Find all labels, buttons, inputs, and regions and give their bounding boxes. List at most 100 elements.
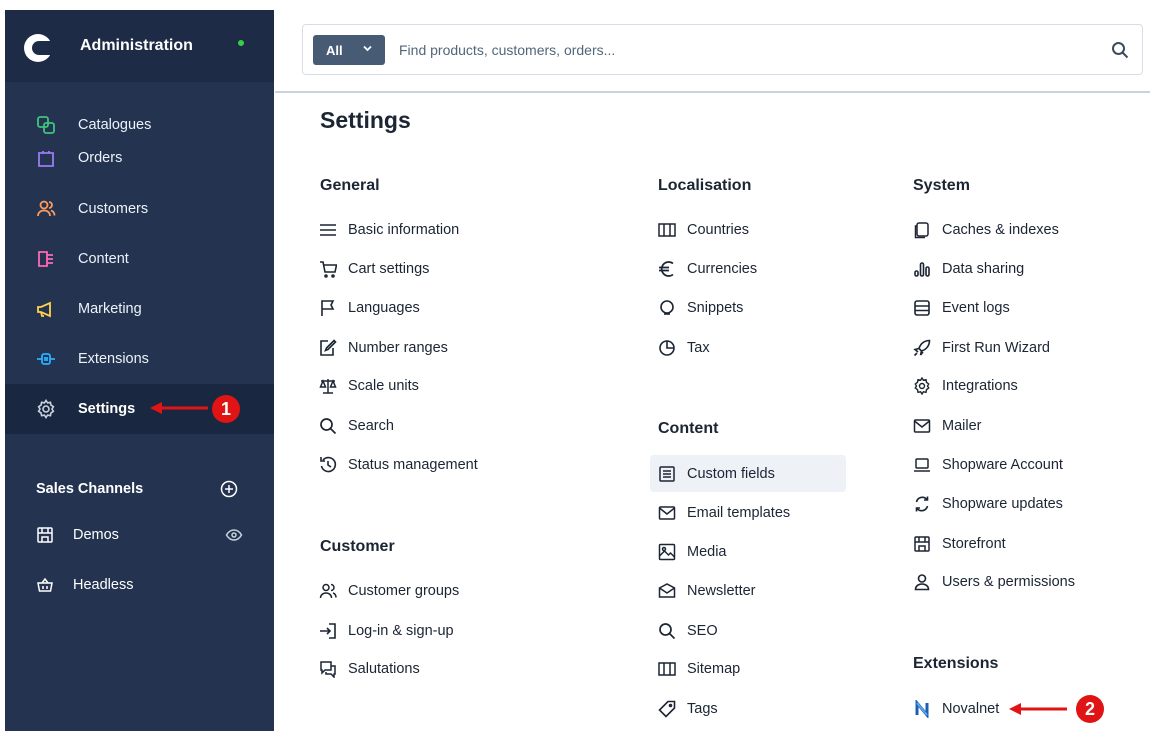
novalnet-logo-icon (915, 700, 929, 718)
history-icon (320, 456, 337, 473)
sidebar-item-label: Content (78, 251, 129, 267)
settings-item-label: Basic information (348, 222, 460, 238)
settings-item-cart-settings[interactable]: Cart settings (319, 252, 619, 286)
settings-item-sitemap[interactable]: Sitemap (658, 652, 878, 686)
annotation-arrow-2 (1009, 703, 1067, 715)
euro-icon (659, 261, 674, 277)
add-sales-channel-icon[interactable] (220, 480, 238, 498)
settings-item-label: Shopware updates (942, 496, 1063, 512)
settings-item-data-sharing[interactable]: Data sharing (913, 252, 1133, 286)
settings-item-countries[interactable]: Countries (658, 213, 878, 247)
settings-item-label: Novalnet (942, 701, 1000, 717)
sales-channel-headless[interactable]: Headless (5, 570, 274, 600)
settings-item-languages[interactable]: Languages (319, 291, 619, 325)
settings-item-event-logs[interactable]: Event logs (913, 291, 1133, 325)
rocket-icon (913, 339, 931, 357)
sidebar-item-label: Extensions (78, 351, 149, 367)
settings-item-custom-fields[interactable]: Custom fields (650, 455, 846, 492)
settings-item-status-management[interactable]: Status management (319, 448, 619, 482)
section-title-customer: Customer (320, 538, 395, 555)
sidebar-item-orders[interactable]: Orders (5, 138, 274, 178)
laptop-icon (914, 458, 930, 472)
search-icon[interactable] (1111, 41, 1129, 59)
section-title-content: Content (658, 420, 719, 437)
settings-item-tags[interactable]: Tags (658, 692, 878, 726)
refresh-icon (915, 496, 929, 512)
settings-item-tax[interactable]: Tax (658, 331, 878, 365)
settings-item-media[interactable]: Media (658, 535, 878, 569)
sidebar-item-customers[interactable]: Customers (5, 189, 274, 229)
chat-icon (320, 661, 336, 678)
settings-item-label: Number ranges (348, 340, 448, 356)
envelope-icon (658, 506, 676, 520)
settings-item-label: Currencies (687, 261, 758, 277)
sales-channel-demos[interactable]: Demos (5, 520, 274, 550)
settings-item-shopware-account[interactable]: Shopware Account (913, 448, 1133, 482)
sidebar: Administration Catalogues Orders Custome… (5, 10, 274, 731)
search-input[interactable] (399, 38, 1079, 62)
settings-item-label: Caches & indexes (942, 222, 1059, 238)
sales-channels-title: Sales Channels (36, 481, 144, 497)
sidebar-title: Administration (80, 37, 193, 54)
settings-item-first-run-wizard[interactable]: First Run Wizard (913, 331, 1133, 365)
settings-item-customer-groups[interactable]: Customer groups (319, 574, 619, 608)
settings-item-salutations[interactable]: Salutations (319, 652, 619, 686)
tag-icon (658, 700, 676, 718)
settings-item-log-in-sign-up[interactable]: Log-in & sign-up (319, 614, 619, 648)
map-icon (658, 223, 676, 237)
settings-item-label: Languages (348, 300, 420, 316)
settings-item-label: Custom fields (687, 465, 775, 482)
settings-item-scale-units[interactable]: Scale units (319, 369, 619, 403)
image-icon (658, 543, 676, 561)
settings-item-label: Event logs (942, 300, 1010, 316)
edit-document-icon (320, 339, 337, 356)
bar-chart-icon (914, 262, 930, 277)
settings-icon (37, 399, 55, 419)
settings-item-currencies[interactable]: Currencies (658, 252, 878, 286)
sidebar-item-label: Catalogues (78, 117, 152, 133)
content-icon (38, 251, 53, 267)
settings-item-mailer[interactable]: Mailer (913, 409, 1133, 443)
sidebar-item-extensions[interactable]: Extensions (5, 339, 274, 379)
settings-item-users-permissions[interactable]: Users & permissions (913, 565, 1133, 599)
eye-icon[interactable] (225, 526, 243, 544)
copy-icon (914, 222, 929, 239)
customers-icon (319, 583, 337, 599)
section-title-extensions: Extensions (913, 655, 999, 672)
customers-icon (37, 200, 56, 217)
chevron-down-icon (363, 45, 372, 52)
sidebar-header: Administration (5, 10, 274, 82)
map-icon (658, 662, 676, 676)
settings-item-storefront[interactable]: Storefront (913, 527, 1133, 561)
search-type-dropdown[interactable]: All (313, 35, 385, 65)
speech-bubble-icon (660, 300, 674, 315)
section-title-localisation: Localisation (658, 177, 752, 194)
sidebar-item-label: Settings (78, 401, 136, 417)
settings-item-email-templates[interactable]: Email templates (658, 496, 878, 530)
settings-item-seo[interactable]: SEO (658, 614, 878, 648)
page-title: Settings (320, 107, 411, 133)
settings-item-search[interactable]: Search (319, 409, 619, 443)
flag-icon (321, 300, 335, 316)
global-search-bar: All (302, 24, 1143, 75)
settings-item-basic-information[interactable]: Basic information (319, 213, 619, 247)
section-title-system: System (913, 177, 970, 194)
settings-item-label: Scale units (348, 378, 419, 394)
settings-item-caches-indexes[interactable]: Caches & indexes (913, 213, 1133, 247)
section-title-general: General (320, 177, 380, 194)
sidebar-item-marketing[interactable]: Marketing (5, 289, 274, 329)
settings-item-newsletter[interactable]: Newsletter (658, 574, 878, 608)
settings-item-integrations[interactable]: Integrations (913, 369, 1133, 403)
sidebar-item-content[interactable]: Content (5, 239, 274, 279)
envelope-icon (913, 419, 931, 433)
settings-item-label: SEO (687, 623, 718, 639)
settings-item-shopware-updates[interactable]: Shopware updates (913, 487, 1133, 521)
settings-item-number-ranges[interactable]: Number ranges (319, 331, 619, 365)
pie-chart-icon (659, 340, 675, 356)
shopware-logo-icon[interactable] (24, 34, 52, 62)
orders-icon (38, 151, 54, 167)
settings-item-snippets[interactable]: Snippets (658, 291, 878, 325)
settings-item-label: Shopware Account (942, 457, 1063, 473)
storefront-icon (37, 527, 53, 543)
settings-item-label: Mailer (942, 418, 982, 434)
